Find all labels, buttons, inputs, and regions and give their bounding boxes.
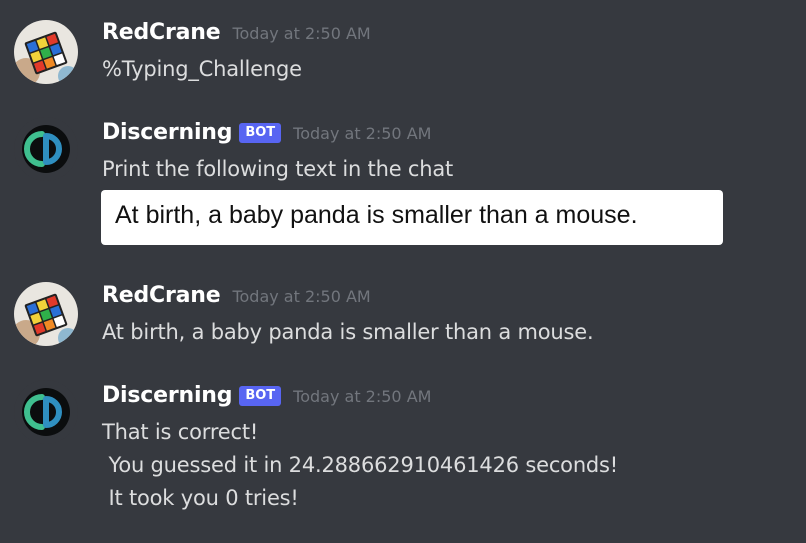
challenge-text-image[interactable]: At birth, a baby panda is smaller than a…	[101, 190, 723, 245]
rubiks-cube-avatar[interactable]	[14, 282, 78, 346]
username[interactable]: Discerning	[102, 120, 233, 145]
timestamp: Today at 2:50 AM	[293, 124, 432, 143]
username[interactable]: RedCrane	[102, 283, 221, 308]
rubiks-cube-avatar[interactable]	[14, 20, 78, 84]
message-line: That is correct!	[102, 420, 259, 444]
username[interactable]: RedCrane	[102, 20, 221, 45]
message-header: RedCrane Today at 2:50 AM	[102, 283, 371, 313]
timestamp: Today at 2:50 AM	[232, 24, 371, 43]
username[interactable]: Discerning	[102, 383, 233, 408]
discerning-logo-avatar[interactable]	[14, 380, 78, 444]
timestamp: Today at 2:50 AM	[232, 287, 371, 306]
message-text: %Typing_Challenge	[102, 57, 302, 81]
bot-badge: BOT	[239, 386, 282, 406]
message-line: It took you 0 tries!	[102, 486, 299, 510]
message-header: RedCrane Today at 2:50 AM	[102, 20, 371, 50]
timestamp: Today at 2:50 AM	[293, 387, 432, 406]
message-text: Print the following text in the chat	[102, 157, 454, 181]
message-line: You guessed it in 24.288662910461426 sec…	[102, 453, 619, 477]
message-header: Discerning BOT Today at 2:50 AM	[102, 120, 431, 150]
bot-badge: BOT	[239, 123, 282, 143]
message-text: That is correct! You guessed it in 24.28…	[102, 420, 802, 520]
message-text: At birth, a baby panda is smaller than a…	[102, 320, 594, 344]
message-header: Discerning BOT Today at 2:50 AM	[102, 383, 431, 413]
discerning-logo-avatar[interactable]	[14, 117, 78, 181]
challenge-text: At birth, a baby panda is smaller than a…	[115, 201, 638, 229]
